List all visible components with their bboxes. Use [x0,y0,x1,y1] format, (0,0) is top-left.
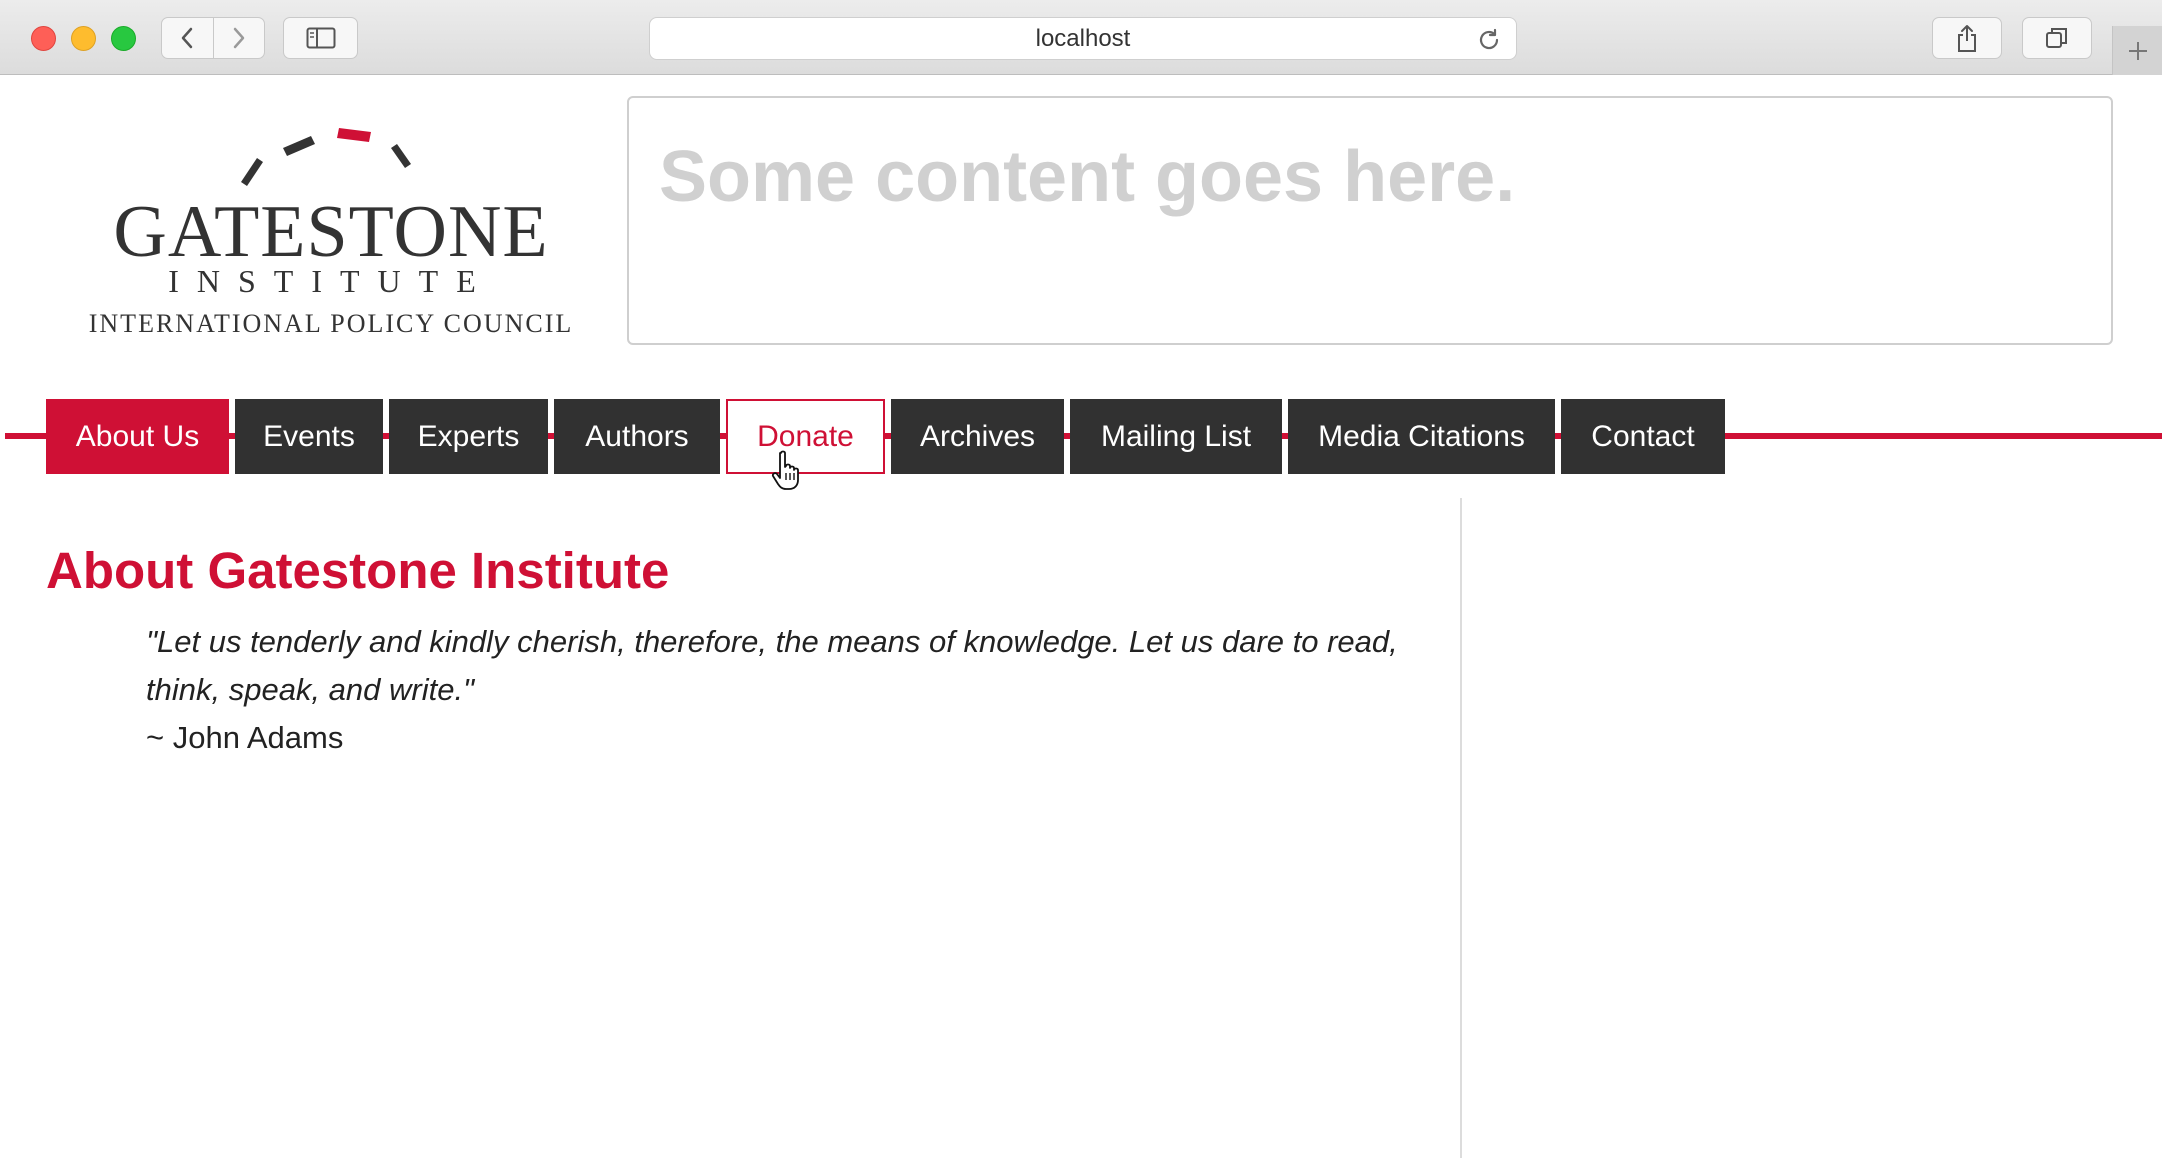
new-tab-button[interactable] [2112,26,2162,75]
gatestone-logo[interactable]: GATESTONE INSTITUTE INTERNATIONAL POLICY… [61,106,601,336]
chevron-left-icon [182,27,193,49]
nav-media-citations[interactable]: Media Citations [1288,399,1555,474]
sidebar-toggle-button[interactable] [283,17,358,59]
nav-donate[interactable]: Donate [726,399,885,474]
nav-archives[interactable]: Archives [891,399,1064,474]
tabs-icon [2046,28,2067,48]
column-divider [1460,498,1462,1158]
logo-tagline: INTERNATIONAL POLICY COUNCIL [89,309,573,336]
reload-icon[interactable] [1476,27,1502,53]
banner-box: Some content goes here. [627,96,2113,345]
window-minimize-button[interactable] [71,26,96,51]
tab-overview-button[interactable] [2022,17,2092,59]
address-bar[interactable]: localhost [649,17,1517,60]
nav-about-us[interactable]: About Us [46,399,229,474]
main-navigation: About Us Events Experts Authors Donate A… [5,399,2162,474]
page-title: About Gatestone Institute [46,542,670,599]
back-button[interactable] [162,18,213,58]
nav-events[interactable]: Events [235,399,383,474]
sidebar-icon [306,27,335,49]
share-icon [1958,25,1976,52]
nav-contact[interactable]: Contact [1561,399,1725,474]
nav-experts[interactable]: Experts [389,399,548,474]
web-page: GATESTONE INSTITUTE INTERNATIONAL POLICY… [5,76,2162,1158]
chevron-right-icon [233,27,245,49]
share-button[interactable] [1932,17,2002,59]
logo-sub: INSTITUTE [168,263,494,299]
address-text: localhost [1035,24,1131,52]
banner-placeholder-text: Some content goes here. [659,137,1516,217]
nav-authors[interactable]: Authors [554,399,720,474]
browser-toolbar: localhost [0,0,2162,75]
logo-name: GATESTONE [113,191,548,273]
forward-button[interactable] [212,18,264,58]
history-nav [161,17,265,59]
window-close-button[interactable] [31,26,56,51]
quote-attribution: ~ John Adams [146,720,344,755]
plus-icon [2128,41,2147,60]
quote-text: "Let us tenderly and kindly cherish, the… [146,624,1398,707]
nav-mailing-list[interactable]: Mailing List [1070,399,1282,474]
window-maximize-button[interactable] [111,26,136,51]
